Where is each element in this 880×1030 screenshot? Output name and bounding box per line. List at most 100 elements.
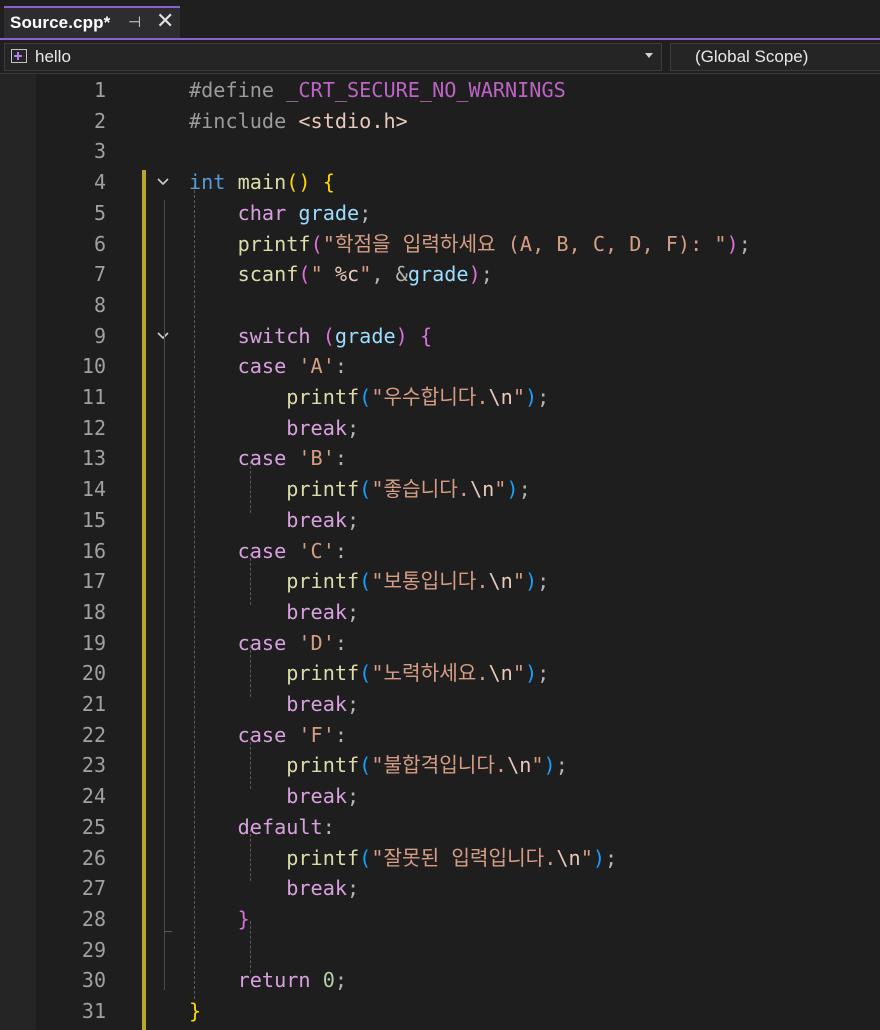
navigation-bar: hello (Global Scope) — [0, 40, 880, 74]
code-token: " — [359, 262, 372, 287]
line-number: 13 — [81, 446, 106, 471]
code-token: ; — [347, 507, 360, 532]
code-token: #define — [189, 78, 287, 102]
code-token: break — [286, 507, 348, 532]
code-line[interactable]: break; — [189, 781, 359, 812]
code-token: ) — [506, 477, 519, 502]
code-token: ( — [298, 262, 311, 287]
code-token: break — [286, 415, 348, 440]
code-token: , & — [371, 262, 408, 287]
code-token: grade — [334, 323, 396, 348]
code-line[interactable]: case 'A': — [189, 351, 347, 382]
code-token: ; — [480, 262, 493, 287]
code-line[interactable]: printf("불합격입니다.\n"); — [189, 750, 568, 781]
code-token: " — [310, 262, 335, 287]
code-token: 'D' — [298, 630, 335, 655]
code-line[interactable]: } — [189, 996, 201, 1027]
line-number: 11 — [81, 385, 106, 409]
code-token: case — [237, 722, 299, 747]
code-token: break — [286, 876, 348, 901]
code-line[interactable]: printf("잘못된 입력입니다.\n"); — [189, 843, 617, 874]
code-line[interactable]: #define _CRT_SECURE_NO_WARNINGS — [189, 75, 566, 106]
code-line[interactable]: break; — [189, 413, 359, 444]
code-line[interactable]: case 'C': — [189, 536, 347, 567]
fold-switch-icon[interactable] — [156, 329, 170, 343]
code-line[interactable]: break; — [189, 505, 359, 536]
code-line[interactable]: switch (grade) { — [189, 321, 432, 352]
code-token: grade — [298, 200, 360, 225]
code-line[interactable]: int main() { — [189, 167, 335, 198]
code-token: ; — [537, 661, 550, 686]
code-token: break — [286, 692, 348, 716]
code-line[interactable]: break; — [189, 597, 359, 628]
code-line[interactable]: #include <stdio.h> — [189, 106, 408, 137]
chevron-down-icon[interactable] — [645, 53, 653, 58]
code-token: " — [512, 385, 525, 409]
code-token: ; — [537, 385, 550, 409]
scope-dropdown[interactable]: (Global Scope) — [670, 43, 880, 71]
fold-main-icon[interactable] — [156, 175, 170, 189]
code-editor[interactable]: 1 2 3 4 5 6 7 8 9 10 11 12 13 14 15 16 17 18 19 20 21 22 23 24 2… — [0, 74, 880, 1030]
line-number: 12 — [81, 415, 106, 440]
code-token: ) — [543, 753, 556, 778]
project-icon — [11, 49, 27, 63]
code-token: ) — [592, 845, 605, 870]
code-token: : — [334, 538, 348, 563]
code-line[interactable]: default: — [189, 812, 335, 843]
code-line[interactable]: printf("좋습니다.\n"); — [189, 474, 530, 505]
fold-region-line-main — [164, 200, 165, 990]
code-line[interactable]: break; — [189, 689, 359, 720]
line-number: 10 — [81, 354, 106, 379]
code-token: 0 — [322, 968, 335, 993]
code-line[interactable]: printf("학점을 입력하세요 (A, B, C, D, F): "); — [189, 229, 751, 260]
code-line[interactable]: printf("보통입니다.\n"); — [189, 566, 549, 597]
code-token: : — [322, 814, 335, 839]
code-token: scanf — [237, 262, 299, 287]
code-token: : — [334, 630, 348, 655]
code-token: break — [286, 599, 348, 624]
editor-margin — [0, 74, 36, 1030]
line-number: 24 — [81, 784, 106, 809]
code-token: #include — [189, 108, 299, 133]
code-token: ) — [524, 385, 538, 409]
code-line[interactable]: case 'D': — [189, 628, 347, 659]
project-dropdown[interactable]: hello — [4, 43, 662, 71]
code-token: "우수합니다. — [371, 385, 489, 409]
code-token: break — [286, 784, 348, 809]
code-token: ( — [359, 569, 372, 594]
code-line[interactable]: case 'B': — [189, 443, 347, 474]
code-line[interactable]: printf("우수합니다.\n"); — [189, 382, 549, 413]
code-line[interactable]: return 0; — [189, 965, 347, 996]
tab-source-cpp[interactable]: Source.cpp* ⊣ ✕ — [4, 6, 180, 38]
scope-label: (Global Scope) — [695, 47, 809, 66]
line-number: 30 — [81, 968, 106, 993]
code-token: "좋습니다. — [371, 477, 470, 502]
code-line[interactable]: case 'F': — [189, 720, 347, 751]
tab-bar: Source.cpp* ⊣ ✕ — [0, 0, 880, 40]
pin-icon[interactable]: ⊣ — [128, 13, 141, 31]
code-token: case — [237, 538, 299, 563]
code-token: ; — [738, 231, 751, 256]
code-line[interactable]: } — [189, 904, 250, 935]
code-line[interactable]: break; — [189, 873, 359, 904]
code-token: 'B' — [298, 446, 335, 471]
code-token: "학점을 입력하세요 (A, B, C, D, F): " — [322, 231, 727, 256]
code-token: grade — [407, 262, 469, 287]
code-token: case — [237, 630, 299, 655]
code-line[interactable]: char grade; — [189, 198, 372, 229]
code-token: int — [189, 170, 238, 195]
code-token: \n — [488, 385, 513, 409]
code-token: main — [237, 170, 287, 195]
code-line[interactable]: printf("노력하세요.\n"); — [189, 658, 549, 689]
line-number: 14 — [81, 477, 106, 502]
code-token: " — [580, 845, 593, 870]
code-line[interactable]: scanf(" %c", &grade); — [189, 259, 493, 290]
code-token: case — [237, 446, 299, 471]
close-icon[interactable]: ✕ — [156, 9, 174, 34]
